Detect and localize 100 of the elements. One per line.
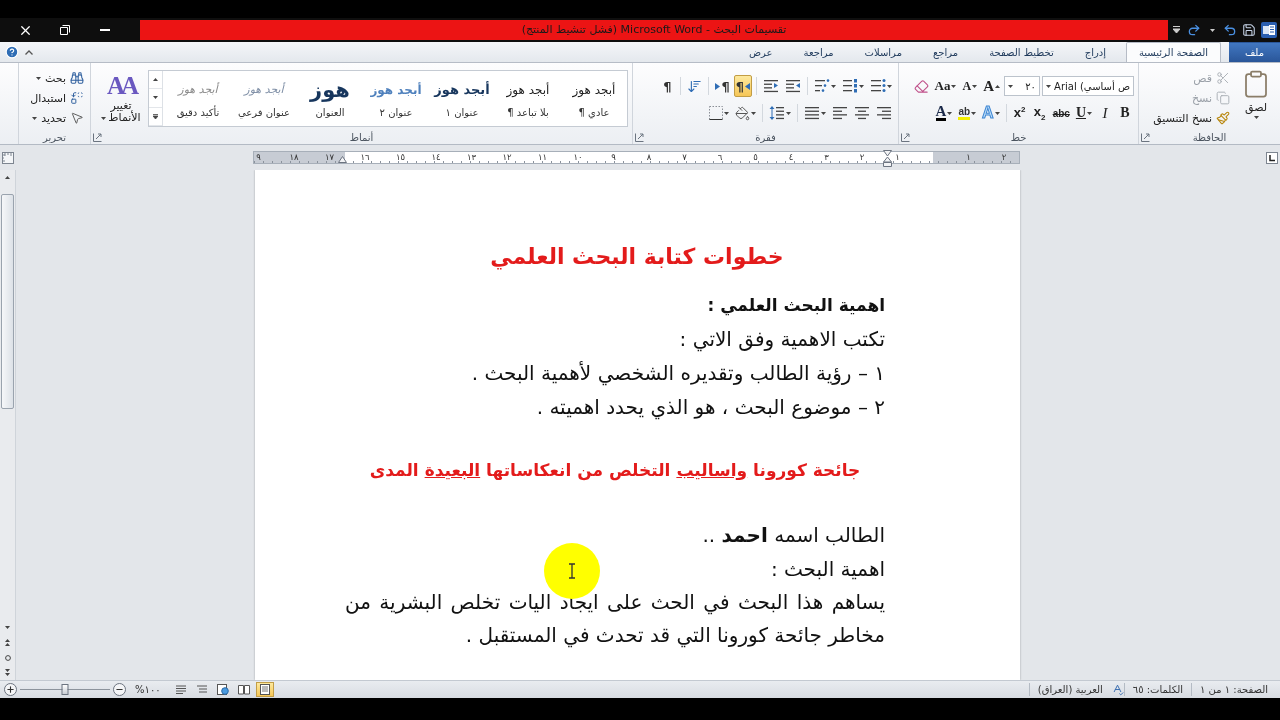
- zoom-level-label[interactable]: %١٠٠: [129, 684, 169, 695]
- style-option[interactable]: أبجد هوز عنوان ٢: [363, 71, 429, 126]
- underline-button[interactable]: U: [1073, 102, 1094, 124]
- arrow-icon: [715, 82, 721, 90]
- grow-button[interactable]: A: [981, 75, 1002, 97]
- font-color-button[interactable]: A: [933, 102, 955, 124]
- minimize-icon: [100, 29, 110, 31]
- change-case-button[interactable]: Aa: [932, 75, 959, 97]
- collapse-ribbon-button[interactable]: [25, 49, 33, 55]
- caret-icon: [724, 111, 729, 115]
- indent-marker-icon[interactable]: [338, 156, 347, 163]
- ruler-number: ٩: [611, 152, 616, 163]
- italic-button[interactable]: I: [1096, 102, 1114, 124]
- ruler-number: ٣: [824, 152, 829, 163]
- launcher-icon: [93, 133, 102, 142]
- find-button[interactable]: بحث: [34, 68, 86, 88]
- outline-icon: [195, 684, 208, 695]
- ribbon-tab[interactable]: مراسلات: [853, 42, 913, 62]
- group-label: تحرير: [42, 130, 67, 144]
- bullet-list-icon: [870, 79, 886, 93]
- shrink-button[interactable]: A: [960, 75, 980, 97]
- strikethrough-button[interactable]: abc: [1050, 102, 1072, 124]
- document-text: ١ – رؤية الطالب وتقديره الشخصي لأهمية البحث .: [471, 360, 885, 388]
- launcher-icon: [1141, 133, 1150, 142]
- paste-button[interactable]: لصق: [1236, 66, 1276, 129]
- caret-icon: [1087, 111, 1092, 115]
- save-button[interactable]: [1241, 21, 1257, 39]
- ruler-number: ١٥: [395, 152, 406, 163]
- indent-icon: [785, 79, 801, 93]
- ruler-number: ١١: [537, 152, 548, 163]
- style-option[interactable]: أبجد هوز عنوان ١: [429, 71, 495, 126]
- launcher-icon: [635, 133, 644, 142]
- style-option[interactable]: أبجد هوز تأكيد دقيق: [165, 71, 231, 126]
- book-icon: [237, 684, 250, 695]
- zoom-slider-thumb[interactable]: [61, 684, 69, 695]
- ribbon-tab[interactable]: إدراج: [1073, 42, 1117, 62]
- superscript-button[interactable]: x$^{2}$: [1010, 102, 1029, 124]
- subscript-button[interactable]: x$_{2}$: [1030, 102, 1049, 124]
- zoom-slider[interactable]: [20, 683, 110, 696]
- format-painter-button[interactable]: نسخ التنسيق: [1151, 108, 1232, 128]
- ribbon-tab[interactable]: الصفحة الرئيسية: [1125, 42, 1221, 62]
- app-button[interactable]: [1260, 21, 1278, 39]
- caret-up-icon: [25, 49, 33, 55]
- indent-marker-icon[interactable]: [883, 150, 892, 167]
- caret-icon: [32, 116, 38, 120]
- multilevel-list-icon: [814, 79, 830, 93]
- style-option[interactable]: هوز العنوان: [297, 71, 363, 126]
- caret-up-icon: [153, 78, 158, 82]
- pointer-icon: [70, 111, 84, 125]
- document-title: خطوات كتابة البحث العلمي: [489, 243, 785, 272]
- show-marks-button[interactable]: ¶: [658, 75, 677, 97]
- dialog-launcher-button[interactable]: [901, 133, 910, 142]
- ruler-number: ١٧: [324, 152, 335, 163]
- right-to-left-button[interactable]: ¶: [733, 75, 752, 97]
- ruler-icon: [2, 151, 14, 164]
- ruler-number: ٤: [788, 152, 794, 163]
- view-button[interactable]: [255, 682, 274, 697]
- ruler-number: ١٦: [360, 152, 370, 163]
- ruler-number: ١٢: [502, 152, 512, 163]
- dialog-launcher-button[interactable]: [1141, 133, 1150, 142]
- more-icon: [153, 113, 158, 119]
- font-name-field[interactable]: Arial (ص أساسي: [1042, 76, 1134, 96]
- ribbon-tab[interactable]: ملف: [1228, 42, 1280, 62]
- replace-icon: [70, 91, 84, 105]
- style-option[interactable]: أبجد هوز عادي ¶: [561, 71, 627, 126]
- scrollbar-thumb[interactable]: [1, 194, 14, 409]
- align-left-icon: [832, 106, 848, 120]
- help-icon: [5, 45, 19, 59]
- align-right-icon: [876, 106, 892, 120]
- replace-button[interactable]: استبدال: [28, 88, 86, 108]
- ribbon-tab[interactable]: مراجعة: [792, 42, 845, 62]
- ribbon-tab[interactable]: مراجع: [922, 42, 970, 62]
- caret-icon: [101, 116, 107, 120]
- ruler-number: ١٣: [466, 152, 477, 163]
- style-option[interactable]: أبجد هوز عنوان فرعي: [231, 71, 297, 126]
- bold-button[interactable]: B: [1116, 102, 1134, 124]
- ruler-toggle-button[interactable]: [0, 149, 16, 166]
- dialog-launcher-button[interactable]: [93, 133, 102, 142]
- help-button[interactable]: [5, 45, 19, 59]
- ribbon-tab[interactable]: تخطيط الصفحة: [978, 42, 1065, 62]
- highlight-button[interactable]: ab: [956, 102, 979, 124]
- scissors-icon: [1216, 71, 1230, 85]
- caret-icon: [821, 111, 826, 115]
- style-option[interactable]: أبجد هوز بلا تباعد ¶: [495, 71, 561, 126]
- caret-icon: [1046, 84, 1051, 88]
- caret-icon: [1172, 26, 1180, 34]
- left-to-right-button[interactable]: ¶: [713, 75, 732, 97]
- caret-icon: [1209, 28, 1215, 32]
- dialog-launcher-button[interactable]: [635, 133, 644, 142]
- borders-icon: [709, 106, 723, 120]
- tab-selector-button[interactable]: [1264, 149, 1280, 166]
- document-text: ٢ – موضوع البحث ، هو الذي يحدد اهميته .: [536, 394, 885, 422]
- caret-icon: [831, 84, 836, 88]
- zoom-in-button[interactable]: [4, 683, 17, 696]
- document-text: اهمية البحث :: [770, 556, 885, 583]
- zoom-out-button[interactable]: [113, 683, 126, 696]
- font-size-field[interactable]: ٢٠: [1004, 76, 1040, 96]
- ribbon-tab[interactable]: عرض: [737, 42, 784, 62]
- select-button[interactable]: تحديد: [30, 108, 86, 128]
- double-caret-down-icon: [5, 669, 10, 676]
